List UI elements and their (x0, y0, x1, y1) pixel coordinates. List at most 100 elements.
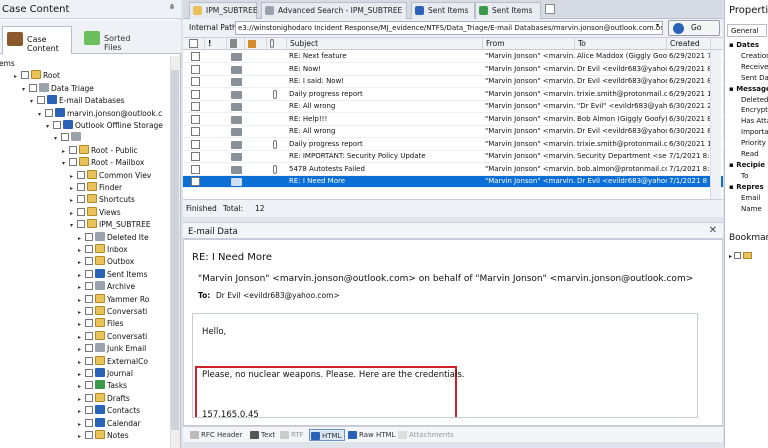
tree-checkbox[interactable] (69, 145, 77, 154)
tree-item[interactable]: ▸ Outbox (76, 256, 134, 268)
col-flag[interactable] (245, 38, 267, 50)
tree-checkbox[interactable] (77, 170, 85, 179)
col-created[interactable]: Created (667, 38, 711, 50)
tree-checkbox[interactable] (85, 294, 93, 303)
close-icon[interactable]: ✕ (709, 225, 717, 236)
table-row[interactable]: Daily progress report "Marvin Jonson" <ma… (183, 139, 723, 151)
tree-checkbox[interactable] (53, 121, 61, 129)
expand-icon[interactable]: ▸ (60, 146, 67, 158)
table-row[interactable]: RE: I Need More "Marvin Jonson" <marvin.j… (183, 176, 723, 188)
tree-checkbox[interactable] (85, 331, 93, 340)
tree-checkbox[interactable] (21, 71, 29, 80)
path-dropdown-icon[interactable]: ▾ (656, 22, 663, 34)
tab-advanced-search[interactable]: Advanced Search - IPM_SUBTREE (261, 2, 407, 19)
tree-item[interactable]: ▾ marvin.jonson@outlook.c (36, 107, 162, 120)
tree-item[interactable]: ▸ Archive (76, 281, 135, 293)
table-row[interactable]: RE: All wrong "Marvin Jonson" <marvin.jc D… (183, 126, 723, 138)
col-subject[interactable]: Subject (287, 38, 483, 50)
expand-icon[interactable]: ▸ (76, 257, 83, 269)
tree-checkbox[interactable] (29, 83, 37, 92)
collapse-icon[interactable]: ▾ (44, 121, 51, 133)
tree-item[interactable]: ▾ Outlook Offline Storage (44, 120, 163, 132)
bookmark-checkbox[interactable] (734, 252, 742, 259)
tree-item[interactable]: ▸ Shortcuts (68, 194, 135, 206)
expand-icon[interactable]: ▸ (76, 381, 83, 393)
property-group[interactable]: ▪ Repres (729, 183, 764, 191)
expand-icon[interactable]: ▸ (68, 171, 75, 183)
tab-sent-items[interactable]: Sent Items (411, 2, 475, 19)
tree-item[interactable]: ▸ Inbox (76, 244, 128, 256)
property-group[interactable]: ▪ Message (729, 85, 768, 93)
tree-item[interactable]: ▸ Tasks (76, 380, 127, 392)
tree-item[interactable]: ▸ Finder (68, 182, 122, 194)
tree-item[interactable]: ▸ Sent Items (76, 268, 147, 282)
tree-checkbox[interactable] (85, 245, 93, 253)
tree-item[interactable]: ▸ Junk Email (76, 343, 146, 355)
expand-icon[interactable]: ▸ (76, 431, 83, 443)
tree-item[interactable]: tems (0, 58, 15, 70)
tree-checkbox[interactable] (77, 207, 85, 216)
expand-icon[interactable]: ▸ (76, 406, 83, 418)
expand-icon[interactable]: ▸ (76, 307, 83, 319)
table-row[interactable]: RE: Next feature "Marvin Jonson" <marvin.… (183, 51, 723, 63)
tab-general[interactable]: General (727, 24, 767, 37)
attachments-button[interactable]: Attachments (397, 429, 454, 441)
tree-item[interactable]: ▾ (52, 132, 83, 144)
tree-checkbox[interactable] (85, 319, 93, 328)
go-button[interactable]: Go (668, 20, 720, 36)
tree-checkbox[interactable] (85, 344, 93, 353)
pin-icon[interactable]: ª (170, 4, 174, 14)
tab-sorted-files[interactable]: Sorted Files (80, 26, 150, 52)
tree-checkbox[interactable] (61, 133, 69, 142)
row-checkbox[interactable] (191, 52, 200, 61)
tree-checkbox[interactable] (85, 356, 93, 365)
collapse-icon[interactable]: ▾ (28, 96, 35, 108)
tree-checkbox[interactable] (85, 381, 93, 390)
row-checkbox[interactable] (191, 152, 200, 161)
row-checkbox[interactable] (191, 164, 200, 174)
text-view-button[interactable]: Text (249, 429, 275, 441)
expand-icon[interactable]: ▸ (76, 270, 83, 282)
select-all-checkbox[interactable] (189, 39, 198, 48)
row-checkbox[interactable] (191, 127, 200, 136)
tree-item[interactable]: ▸ Journal (76, 368, 133, 380)
tree-item[interactable]: ▸ Calendar (76, 417, 141, 431)
tree-item[interactable]: ▸ Deleted Ite (76, 231, 149, 245)
col-importance[interactable]: ! (205, 38, 227, 50)
tree-item[interactable]: ▸ Common Viev (68, 169, 151, 183)
tree-checkbox[interactable] (77, 220, 85, 229)
table-row[interactable]: 5478 Autotests Failed "Marvin Jonson" <ma… (183, 164, 723, 176)
expand-icon[interactable]: ▸ (76, 233, 83, 245)
tree-checkbox[interactable] (85, 307, 93, 315)
expand-icon[interactable]: ▸ (76, 295, 83, 307)
internal-path-input[interactable]: e3://winstonighodaro Incident Response/M… (235, 21, 663, 35)
collapse-icon[interactable]: ▾ (68, 220, 75, 232)
row-checkbox[interactable] (191, 89, 200, 99)
expand-icon[interactable]: ▸ (729, 253, 732, 260)
row-checkbox[interactable] (191, 77, 200, 86)
collapse-icon[interactable]: ▾ (52, 133, 59, 145)
tree-item[interactable]: ▸ Conversati (76, 306, 147, 318)
tree-checkbox[interactable] (85, 406, 93, 415)
tree-checkbox[interactable] (85, 431, 93, 439)
tree-item[interactable]: ▾ E-mail Databases (28, 95, 125, 107)
table-row[interactable]: RE: All wrong "Marvin Jonson" <marvin.jc "… (183, 101, 723, 113)
tree-item[interactable]: ▸ Conversati (76, 330, 147, 343)
email-message-body[interactable]: Hello, Please, no nuclear weapons. Pleas… (192, 313, 698, 418)
tree-checkbox[interactable] (69, 158, 77, 167)
tree-checkbox[interactable] (85, 418, 93, 427)
tree-item[interactable]: ▸ Notes (76, 430, 129, 442)
expand-icon[interactable]: ▸ (76, 319, 83, 331)
bookmark-root[interactable]: ▸ (729, 252, 753, 260)
tree-item[interactable]: ▸ Files (76, 318, 123, 330)
tree-item[interactable]: ▸ Views (68, 206, 121, 219)
tree-item[interactable]: ▾ Data Triage (20, 82, 94, 95)
tab-case-content[interactable]: Case Content (2, 26, 72, 54)
expand-icon[interactable]: ▸ (76, 394, 83, 406)
table-row[interactable]: RE: Help!!! "Marvin Jonson" <marvin.jc Bob… (183, 114, 723, 126)
tree-checkbox[interactable] (77, 195, 85, 204)
collapse-icon[interactable]: ▾ (60, 158, 67, 170)
expand-icon[interactable]: ▸ (76, 419, 83, 431)
raw-html-button[interactable]: Raw HTML (347, 429, 395, 441)
col-from[interactable]: From (483, 38, 575, 50)
